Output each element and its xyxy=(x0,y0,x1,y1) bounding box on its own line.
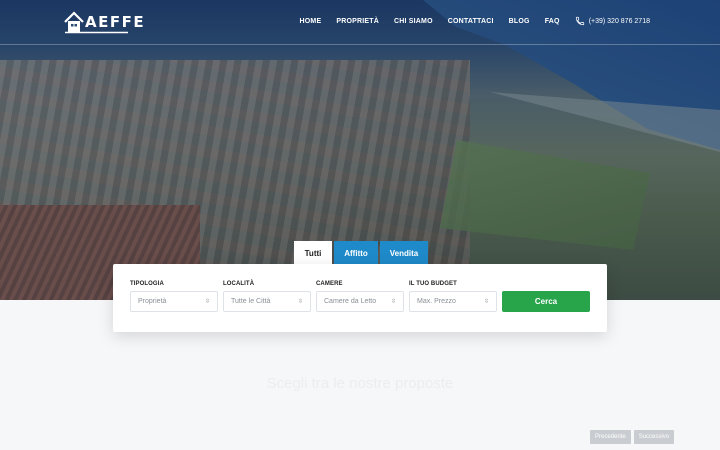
type-select-value: Proprietà xyxy=(138,298,167,305)
select-arrows-icon: ⇳ xyxy=(390,298,396,305)
nav-home[interactable]: HOME xyxy=(300,18,322,25)
tab-all[interactable]: Tutti xyxy=(294,241,332,265)
select-arrows-icon: ⇳ xyxy=(297,298,303,305)
previous-button[interactable]: Precedente xyxy=(590,430,631,444)
tab-sale[interactable]: Vendita xyxy=(380,241,428,265)
nav-blog[interactable]: BLOG xyxy=(509,18,530,25)
budget-select-value: Max. Prezzo xyxy=(417,298,456,305)
search-panel: TIPOLOGIA Proprietà ⇳ LOCALITÀ Tutte le … xyxy=(113,264,607,332)
pager: Precedente Successivo xyxy=(590,430,675,444)
location-select[interactable]: Tutte le Città ⇳ xyxy=(223,291,311,312)
field-budget: IL TUO BUDGET Max. Prezzo ⇳ xyxy=(409,281,497,312)
nav-phone[interactable]: (+39) 320 876 2718 xyxy=(575,16,650,26)
tab-rent[interactable]: Affitto xyxy=(334,241,378,265)
nav-contact[interactable]: CONTATTACI xyxy=(448,18,494,25)
field-type-label: TIPOLOGIA xyxy=(130,281,164,287)
logo-text: AEFFE xyxy=(85,13,146,31)
field-location: LOCALITÀ Tutte le Città ⇳ xyxy=(223,281,311,312)
phone-number: (+39) 320 876 2718 xyxy=(588,17,650,25)
nav-properties[interactable]: PROPRIETÀ xyxy=(336,18,379,25)
location-select-value: Tutte le Città xyxy=(231,298,271,305)
budget-select[interactable]: Max. Prezzo ⇳ xyxy=(409,291,497,312)
field-rooms: CAMERE Camere da Letto ⇳ xyxy=(316,281,404,312)
rooms-select-value: Camere da Letto xyxy=(324,298,377,305)
type-select[interactable]: Proprietà ⇳ xyxy=(130,291,218,312)
nav-faq[interactable]: FAQ xyxy=(545,18,560,25)
logo[interactable]: AEFFE xyxy=(64,10,144,34)
section-title: Scegli tra le nostre proposte xyxy=(266,375,454,392)
next-button[interactable]: Successivo xyxy=(633,430,675,444)
main-nav: HOME PROPRIETÀ CHI SIAMO CONTATTACI BLOG… xyxy=(300,16,650,26)
field-location-label: LOCALITÀ xyxy=(223,281,255,287)
select-arrows-icon: ⇳ xyxy=(483,298,489,305)
rooms-select[interactable]: Camere da Letto ⇳ xyxy=(316,291,404,312)
field-budget-label: IL TUO BUDGET xyxy=(409,281,457,287)
field-type: TIPOLOGIA Proprietà ⇳ xyxy=(130,281,218,312)
phone-icon xyxy=(575,16,584,26)
nav-about[interactable]: CHI SIAMO xyxy=(394,18,433,25)
listing-type-tabs: Tutti Affitto Vendita xyxy=(294,241,428,265)
field-rooms-label: CAMERE xyxy=(316,281,343,287)
select-arrows-icon: ⇳ xyxy=(204,298,210,305)
site-header: AEFFE HOME PROPRIETÀ CHI SIAMO CONTATTAC… xyxy=(0,0,720,45)
search-button[interactable]: Cerca xyxy=(502,291,590,312)
